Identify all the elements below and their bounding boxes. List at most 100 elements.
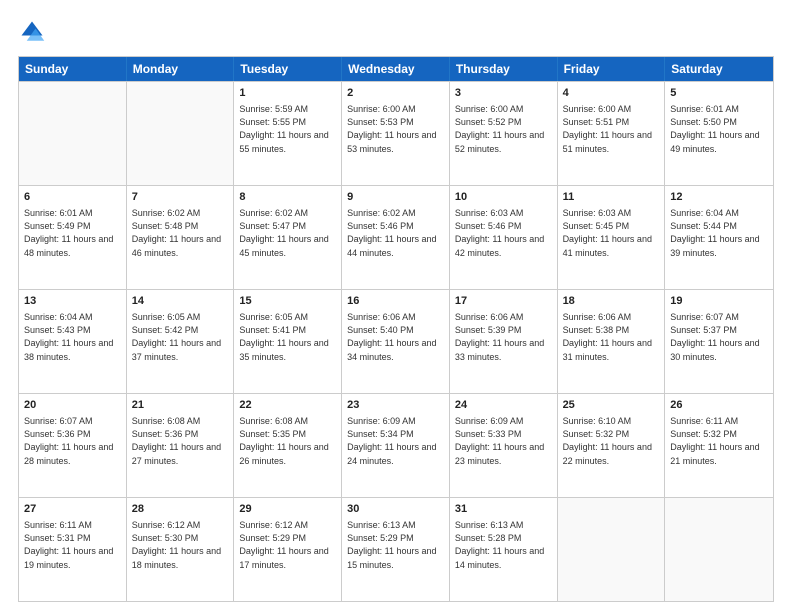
weekday-header-thursday: Thursday: [450, 57, 558, 81]
day-number: 9: [347, 190, 444, 205]
calendar-cell-29: 29 Sunrise: 6:12 AM Sunset: 5:29 PM Dayli…: [234, 498, 342, 601]
day-number: 10: [455, 190, 552, 205]
cell-detail: Sunrise: 6:06 AM Sunset: 5:40 PM Dayligh…: [347, 311, 444, 363]
calendar-cell-18: 18 Sunrise: 6:06 AM Sunset: 5:38 PM Dayli…: [558, 290, 666, 393]
cell-detail: Sunrise: 6:11 AM Sunset: 5:31 PM Dayligh…: [24, 519, 121, 571]
day-number: 20: [24, 398, 121, 413]
day-number: 8: [239, 190, 336, 205]
day-number: 7: [132, 190, 229, 205]
calendar-cell-19: 19 Sunrise: 6:07 AM Sunset: 5:37 PM Dayli…: [665, 290, 773, 393]
cell-detail: Sunrise: 6:09 AM Sunset: 5:34 PM Dayligh…: [347, 415, 444, 467]
cell-detail: Sunrise: 6:07 AM Sunset: 5:37 PM Dayligh…: [670, 311, 768, 363]
calendar-page: SundayMondayTuesdayWednesdayThursdayFrid…: [0, 0, 792, 612]
cell-detail: Sunrise: 6:06 AM Sunset: 5:38 PM Dayligh…: [563, 311, 660, 363]
calendar-cell-25: 25 Sunrise: 6:10 AM Sunset: 5:32 PM Dayli…: [558, 394, 666, 497]
calendar-header: SundayMondayTuesdayWednesdayThursdayFrid…: [19, 57, 773, 81]
day-number: 4: [563, 86, 660, 101]
calendar-cell-23: 23 Sunrise: 6:09 AM Sunset: 5:34 PM Dayli…: [342, 394, 450, 497]
weekday-header-monday: Monday: [127, 57, 235, 81]
cell-detail: Sunrise: 6:12 AM Sunset: 5:30 PM Dayligh…: [132, 519, 229, 571]
day-number: 3: [455, 86, 552, 101]
day-number: 28: [132, 502, 229, 517]
cell-detail: Sunrise: 6:05 AM Sunset: 5:41 PM Dayligh…: [239, 311, 336, 363]
calendar-cell-empty-0-0: [19, 82, 127, 185]
day-number: 2: [347, 86, 444, 101]
day-number: 13: [24, 294, 121, 309]
calendar-cell-9: 9 Sunrise: 6:02 AM Sunset: 5:46 PM Daylig…: [342, 186, 450, 289]
calendar-row-0: 1 Sunrise: 5:59 AM Sunset: 5:55 PM Daylig…: [19, 81, 773, 185]
day-number: 11: [563, 190, 660, 205]
cell-detail: Sunrise: 6:02 AM Sunset: 5:47 PM Dayligh…: [239, 207, 336, 259]
calendar-cell-2: 2 Sunrise: 6:00 AM Sunset: 5:53 PM Daylig…: [342, 82, 450, 185]
calendar-cell-27: 27 Sunrise: 6:11 AM Sunset: 5:31 PM Dayli…: [19, 498, 127, 601]
calendar-row-3: 20 Sunrise: 6:07 AM Sunset: 5:36 PM Dayli…: [19, 393, 773, 497]
day-number: 16: [347, 294, 444, 309]
day-number: 1: [239, 86, 336, 101]
calendar-cell-15: 15 Sunrise: 6:05 AM Sunset: 5:41 PM Dayli…: [234, 290, 342, 393]
day-number: 27: [24, 502, 121, 517]
calendar-cell-5: 5 Sunrise: 6:01 AM Sunset: 5:50 PM Daylig…: [665, 82, 773, 185]
day-number: 14: [132, 294, 229, 309]
calendar-cell-3: 3Sunrise: 6:00 AM Sunset: 5:52 PM Daylig…: [450, 82, 558, 185]
calendar-cell-30: 30Sunrise: 6:13 AM Sunset: 5:29 PM Dayli…: [342, 498, 450, 601]
cell-detail: Sunrise: 5:59 AM Sunset: 5:55 PM Dayligh…: [239, 103, 336, 155]
calendar-body: 1 Sunrise: 5:59 AM Sunset: 5:55 PM Daylig…: [19, 81, 773, 601]
cell-detail: Sunrise: 6:01 AM Sunset: 5:50 PM Dayligh…: [670, 103, 768, 155]
calendar-cell-empty-4-5: [558, 498, 666, 601]
calendar-cell-10: 10Sunrise: 6:03 AM Sunset: 5:46 PM Dayli…: [450, 186, 558, 289]
weekday-header-wednesday: Wednesday: [342, 57, 450, 81]
calendar-cell-11: 11 Sunrise: 6:03 AM Sunset: 5:45 PM Dayli…: [558, 186, 666, 289]
cell-detail: Sunrise: 6:02 AM Sunset: 5:48 PM Dayligh…: [132, 207, 229, 259]
cell-detail: Sunrise: 6:08 AM Sunset: 5:35 PM Dayligh…: [239, 415, 336, 467]
calendar-cell-21: 21 Sunrise: 6:08 AM Sunset: 5:36 PM Dayli…: [127, 394, 235, 497]
cell-detail: Sunrise: 6:12 AM Sunset: 5:29 PM Dayligh…: [239, 519, 336, 571]
day-number: 18: [563, 294, 660, 309]
page-header: [18, 18, 774, 46]
day-number: 17: [455, 294, 552, 309]
day-number: 15: [239, 294, 336, 309]
logo: [18, 18, 50, 46]
cell-detail: Sunrise: 6:03 AM Sunset: 5:45 PM Dayligh…: [563, 207, 660, 259]
cell-detail: Sunrise: 6:13 AM Sunset: 5:29 PM Dayligh…: [347, 519, 444, 571]
logo-icon: [18, 18, 46, 46]
day-number: 19: [670, 294, 768, 309]
calendar-cell-1: 1 Sunrise: 5:59 AM Sunset: 5:55 PM Daylig…: [234, 82, 342, 185]
calendar-row-2: 13 Sunrise: 6:04 AM Sunset: 5:43 PM Dayli…: [19, 289, 773, 393]
cell-detail: Sunrise: 6:07 AM Sunset: 5:36 PM Dayligh…: [24, 415, 121, 467]
cell-detail: Sunrise: 6:04 AM Sunset: 5:43 PM Dayligh…: [24, 311, 121, 363]
cell-detail: Sunrise: 6:09 AM Sunset: 5:33 PM Dayligh…: [455, 415, 552, 467]
calendar-cell-17: 17Sunrise: 6:06 AM Sunset: 5:39 PM Dayli…: [450, 290, 558, 393]
cell-detail: Sunrise: 6:00 AM Sunset: 5:51 PM Dayligh…: [563, 103, 660, 155]
weekday-header-friday: Friday: [558, 57, 666, 81]
cell-detail: Sunrise: 6:08 AM Sunset: 5:36 PM Dayligh…: [132, 415, 229, 467]
calendar-cell-12: 12Sunrise: 6:04 AM Sunset: 5:44 PM Dayli…: [665, 186, 773, 289]
cell-detail: Sunrise: 6:10 AM Sunset: 5:32 PM Dayligh…: [563, 415, 660, 467]
cell-detail: Sunrise: 6:00 AM Sunset: 5:53 PM Dayligh…: [347, 103, 444, 155]
day-number: 21: [132, 398, 229, 413]
calendar-cell-8: 8 Sunrise: 6:02 AM Sunset: 5:47 PM Daylig…: [234, 186, 342, 289]
day-number: 24: [455, 398, 552, 413]
cell-detail: Sunrise: 6:13 AM Sunset: 5:28 PM Dayligh…: [455, 519, 552, 571]
day-number: 31: [455, 502, 552, 517]
day-number: 5: [670, 86, 768, 101]
day-number: 6: [24, 190, 121, 205]
calendar-row-4: 27 Sunrise: 6:11 AM Sunset: 5:31 PM Dayli…: [19, 497, 773, 601]
calendar-cell-7: 7 Sunrise: 6:02 AM Sunset: 5:48 PM Daylig…: [127, 186, 235, 289]
cell-detail: Sunrise: 6:02 AM Sunset: 5:46 PM Dayligh…: [347, 207, 444, 259]
cell-detail: Sunrise: 6:11 AM Sunset: 5:32 PM Dayligh…: [670, 415, 768, 467]
day-number: 12: [670, 190, 768, 205]
calendar-cell-31: 31 Sunrise: 6:13 AM Sunset: 5:28 PM Dayli…: [450, 498, 558, 601]
day-number: 23: [347, 398, 444, 413]
day-number: 25: [563, 398, 660, 413]
weekday-header-sunday: Sunday: [19, 57, 127, 81]
day-number: 22: [239, 398, 336, 413]
calendar-cell-14: 14Sunrise: 6:05 AM Sunset: 5:42 PM Dayli…: [127, 290, 235, 393]
cell-detail: Sunrise: 6:01 AM Sunset: 5:49 PM Dayligh…: [24, 207, 121, 259]
calendar-cell-28: 28 Sunrise: 6:12 AM Sunset: 5:30 PM Dayli…: [127, 498, 235, 601]
calendar-cell-6: 6 Sunrise: 6:01 AM Sunset: 5:49 PM Daylig…: [19, 186, 127, 289]
calendar-row-1: 6 Sunrise: 6:01 AM Sunset: 5:49 PM Daylig…: [19, 185, 773, 289]
weekday-header-tuesday: Tuesday: [234, 57, 342, 81]
calendar-cell-20: 20 Sunrise: 6:07 AM Sunset: 5:36 PM Dayli…: [19, 394, 127, 497]
day-number: 29: [239, 502, 336, 517]
calendar-cell-empty-4-6: [665, 498, 773, 601]
